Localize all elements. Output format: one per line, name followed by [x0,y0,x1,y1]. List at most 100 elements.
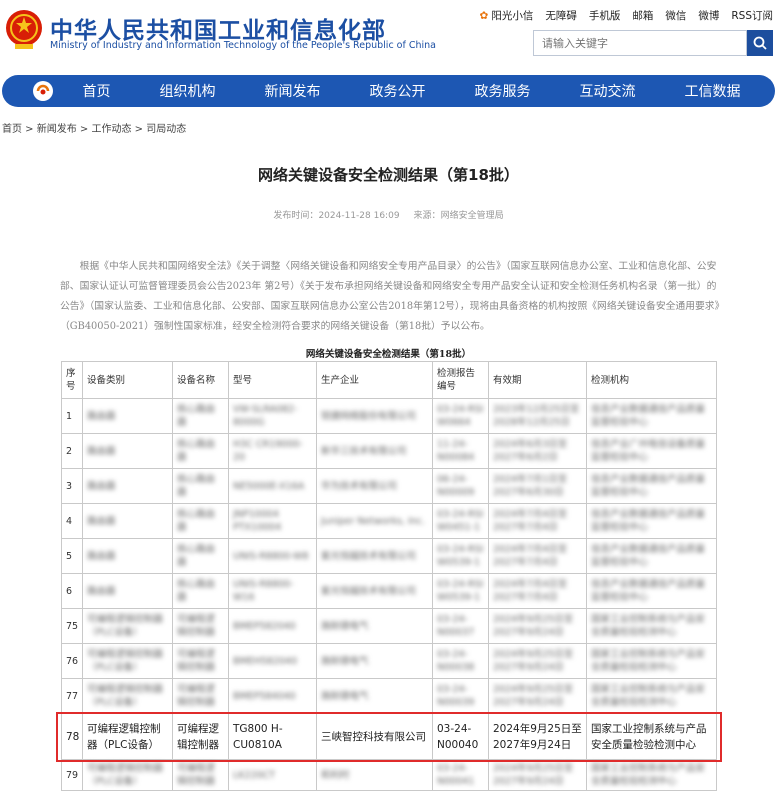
cell-category: 路由器 [82,468,173,504]
table-row: 75 可编程逻辑控制器（PLC设备） 可编程逻辑控制器 BMEP582040 施耐德电气… [61,608,717,644]
toplink-label: 阳光小信 [491,10,534,22]
cell-category: 路由器 [82,433,173,469]
search-bar [533,30,773,56]
cell-name: 可编程逻辑控制器 [172,678,229,714]
col-header-valid: 有效期 [488,361,587,399]
publish-time: 2024-11-28 16:09 [318,211,400,221]
cell-model: BMEP582040 [228,608,317,644]
nav-item-services[interactable]: 政务服务 [475,81,531,101]
cell-maker: Juniper Networks, Inc. [316,503,433,539]
cell-maker: 施耐德电气 [316,608,433,644]
col-header-lab: 检测机构 [586,361,717,399]
cell-category: 可编程逻辑控制器（PLC设备） [82,608,173,644]
cell-no: 79 [61,759,83,791]
nav-item-public-affairs[interactable]: 政务公开 [370,81,426,101]
cell-maker: 紫光恒越技术有限公司 [316,538,433,574]
cell-lab: 信息产业数据通信产品质量监督检验中心 [586,503,717,539]
cell-model: VW-SLRA082-8000G [228,398,317,434]
toplink-mobile[interactable]: 手机版 [589,8,621,23]
table-row: 2 路由器 核心路由器 H3C CR19000-20 新华三技术有限公司 11-24-N0… [61,433,717,469]
article-meta: 发布时间：2024-11-28 16:09 来源：网络安全管理局 [0,208,777,221]
cell-valid: 2024年9月25日至2027年9月24日 [488,759,587,791]
cell-no: 76 [61,643,83,679]
toplink-sunshine[interactable]: ✿ 阳光小信 [480,8,534,23]
cell-report: 03-24-RSI W0451-1 [432,503,489,539]
cell-lab: 国家工业控制系统与产品安全质量检验检测中心 [586,678,717,714]
cell-valid: 2024年7月4日至2027年7月4日 [488,538,587,574]
cell-report: 11-24-N00084 [432,433,489,469]
cell-category: 可编程逻辑控制器（PLC设备） [82,759,173,791]
breadcrumb-dept[interactable]: 司局动态 [146,124,186,135]
cell-valid: 2024年9月25日至2027年9月24日 [488,643,587,679]
toplink-wechat[interactable]: 微信 [665,8,686,23]
col-header-model: 型号 [228,361,317,399]
cell-category: 路由器 [82,503,173,539]
home-icon[interactable] [28,76,58,106]
cell-category: 路由器 [82,538,173,574]
cell-no: 1 [61,398,83,434]
cell-model: BMEH582040 [228,643,317,679]
cell-maker: 新华三技术有限公司 [316,433,433,469]
search-button[interactable] [747,30,773,56]
cell-category: 路由器 [82,398,173,434]
breadcrumb-news[interactable]: 新闻发布 [37,124,77,135]
table-header-row: 序号 设备类别 设备名称 型号 生产企业 检测报告编号 有效期 检测机构 [61,361,717,399]
cell-report: 03-24-RSI W0539-1 [432,538,489,574]
cell-lab: 信息产业数据通信产品质量监督检验中心 [586,538,717,574]
nav-item-organization[interactable]: 组织机构 [160,81,216,101]
main-nav: 首页 组织机构 新闻发布 政务公开 政务服务 互动交流 工信数据 [2,75,775,107]
cell-valid: 2024年6月3日至2027年6月2日 [488,433,587,469]
cell-report: 03-24-N00040 [432,713,489,760]
results-table: 序号 设备类别 设备名称 型号 生产企业 检测报告编号 有效期 检测机构 1 路由… [61,361,717,791]
cell-maker: 施耐德电气 [316,643,433,679]
cell-lab: 信息产业数据通信产品质量监督检验中心 [586,573,717,609]
cell-name: 可编程逻辑控制器 [172,759,229,791]
cell-model: BMEP584040 [228,678,317,714]
table-row: 5 路由器 核心路由器 UNIS-R8800-W8 紫光恒越技术有限公司 03-24-RS… [61,538,717,574]
cell-valid: 2024年9月25日至2027年9月24日 [488,713,587,760]
cell-valid: 2024年9月25日至2027年9月24日 [488,678,587,714]
cell-category: 可编程逻辑控制器（PLC设备） [82,713,173,760]
cell-no: 5 [61,538,83,574]
top-links: ✿ 阳光小信 无障碍 手机版 邮箱 微信 微博 RSS订阅 [480,8,773,23]
cell-name: 核心路由器 [172,398,229,434]
toplink-weibo[interactable]: 微博 [698,8,719,23]
cell-report: 03-24-RSI W0539-1 [432,573,489,609]
cell-model: TG800 H-CU0810A [228,713,317,760]
source-value: 网络安全管理局 [440,211,504,221]
cell-maker: 锐捷网络股份有限公司 [316,398,433,434]
cell-lab: 国家工业控制系统与产品安全质量检验检测中心 [586,608,717,644]
site-subtitle: Ministry of Industry and Information Tec… [50,40,436,51]
nav-item-news[interactable]: 新闻发布 [265,81,321,101]
nav-item-interaction[interactable]: 互动交流 [580,81,636,101]
national-emblem-icon[interactable] [4,8,44,52]
toplink-mail[interactable]: 邮箱 [632,8,653,23]
toplink-rss[interactable]: RSS订阅 [731,8,773,23]
cell-model: H3C CR19000-20 [228,433,317,469]
cell-report: 03-24-N00041 [432,759,489,791]
cell-name: 可编程逻辑控制器 [172,713,229,760]
cell-name: 可编程逻辑控制器 [172,643,229,679]
cell-lab: 信息产业广州电信设备质量监督检验中心 [586,433,717,469]
nav-item-home[interactable]: 首页 [83,81,111,101]
article-paragraph: 根据《中华人民共和国网络安全法》《关于调整〈网络关键设备和网络安全专用产品目录〉… [60,261,720,332]
cell-lab: 信息产业数据通信产品质量监督检验中心 [586,398,717,434]
search-icon [753,36,767,50]
cell-name: 可编程逻辑控制器 [172,608,229,644]
nav-item-data[interactable]: 工信数据 [685,81,741,101]
cell-valid: 2024年9月25日至2027年9月24日 [488,608,587,644]
cell-model: LK220CT [228,759,317,791]
article-title: 网络关键设备安全检测结果（第18批） [258,166,519,184]
col-header-category: 设备类别 [82,361,173,399]
toplink-accessibility[interactable]: 无障碍 [545,8,577,23]
search-input[interactable] [533,30,747,56]
cell-model: UNIS-R8800-W8 [228,538,317,574]
breadcrumb-work[interactable]: 工作动态 [92,124,132,135]
cell-maker: 三峡智控科技有限公司 [316,713,433,760]
breadcrumb-home[interactable]: 首页 [2,124,22,135]
cell-no: 77 [61,678,83,714]
cell-report: 03-24-RSI W0664 [432,398,489,434]
col-header-report: 检测报告编号 [432,361,489,399]
table-row: 3 路由器 核心路由器 NE5000E-X16A 华为技术有限公司 06-24-N0000… [61,468,717,504]
table-row: 6 路由器 核心路由器 UNIS-R8800-W16 紫光恒越技术有限公司 03-24-R… [61,573,717,609]
